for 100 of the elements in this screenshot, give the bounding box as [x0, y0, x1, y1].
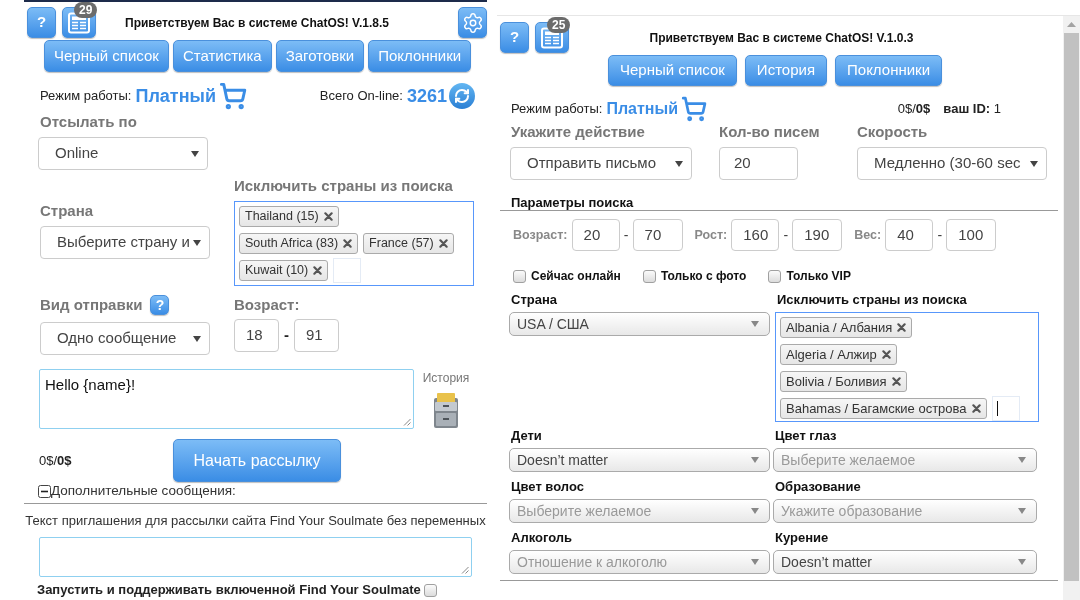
- range-dash: -: [283, 325, 290, 346]
- caret-icon: [751, 508, 759, 514]
- balance-text: 0$/0$: [39, 451, 73, 470]
- scrollbar-track[interactable]: [1063, 16, 1080, 600]
- tag-label: Thailand (15): [245, 208, 319, 226]
- checkbox-label: Только с фото: [660, 268, 747, 284]
- tag-label: South Africa (83): [245, 235, 339, 253]
- collapse-icon[interactable]: [38, 485, 51, 498]
- field-label: Исключить страны из поиска: [776, 292, 968, 308]
- tags-field[interactable]: Thailand (15) South Africa (83) France (57) Kuwait (10): [234, 201, 474, 286]
- dropdown[interactable]: Выберите страну и: [40, 226, 210, 259]
- mode-label: Режим работы:: [511, 100, 603, 119]
- cart-icon[interactable]: [680, 96, 708, 122]
- caret-icon: [751, 457, 759, 463]
- close-icon[interactable]: [881, 350, 891, 359]
- dropdown[interactable]: Doesn’t matter: [773, 550, 1037, 574]
- close-icon[interactable]: [343, 239, 353, 248]
- checkbox[interactable]: [513, 269, 526, 283]
- resize-grip-icon[interactable]: [461, 566, 469, 574]
- history-label[interactable]: История: [422, 371, 470, 385]
- refresh-icon[interactable]: [449, 83, 475, 109]
- checkbox[interactable]: [642, 269, 656, 283]
- dropdown[interactable]: Отправить письмо: [510, 147, 692, 180]
- close-icon[interactable]: [313, 266, 323, 275]
- field-label: Скорость: [857, 122, 928, 142]
- scroll-up-icon[interactable]: [1067, 22, 1076, 27]
- input-field[interactable]: 18: [234, 319, 279, 352]
- invite-caption: Текст приглашения для рассылки сайта Find Your Soulmate без переменных: [24, 513, 487, 529]
- tag-search-field[interactable]: [333, 258, 362, 283]
- resize-grip-icon[interactable]: [403, 418, 411, 426]
- checkbox-label: Сейчас онлайн: [531, 268, 621, 284]
- dropdown[interactable]: Doesn’t matter: [509, 448, 770, 472]
- close-icon[interactable]: [891, 377, 901, 386]
- input-field[interactable]: 190: [792, 219, 843, 251]
- field-label: Кол-во писем: [719, 122, 820, 142]
- caret-icon: [1018, 559, 1026, 565]
- tag-label: Kuwait (10): [245, 262, 309, 280]
- input-field[interactable]: 70: [632, 219, 683, 251]
- input-field[interactable]: 20: [571, 219, 620, 251]
- window-title: Приветствуем Вас в системе ChatOS! V.1.0.3: [648, 29, 915, 47]
- range-dash: -: [782, 225, 790, 245]
- caret-icon: [1018, 457, 1026, 463]
- close-icon[interactable]: [897, 323, 907, 332]
- caret-icon: [1030, 160, 1038, 167]
- caret-icon: [1018, 508, 1026, 514]
- count-badge: 25: [547, 17, 571, 33]
- field-label: Образование: [774, 479, 862, 495]
- caret-icon: [193, 335, 201, 342]
- dropdown[interactable]: Медленно (30-60 sec: [857, 147, 1047, 180]
- dropdown[interactable]: Одно сообщение: [40, 322, 210, 355]
- range-label: Возраст:: [513, 226, 568, 244]
- input-field[interactable]: 160: [731, 219, 780, 251]
- section-title: Параметры поиска: [511, 196, 634, 210]
- field-label: Дети: [510, 428, 543, 444]
- tag-search-field[interactable]: [991, 396, 1020, 421]
- tag-label: Albania / Албания: [786, 318, 893, 337]
- settings-button[interactable]: [458, 7, 487, 38]
- field-label: Вид отправки: [40, 295, 143, 315]
- caret-icon: [191, 150, 199, 157]
- input-field[interactable]: 40: [885, 219, 934, 251]
- caret-icon: [751, 559, 759, 565]
- online-count: 3261: [406, 84, 447, 108]
- caret-icon: [193, 239, 201, 246]
- range-label: Рост:: [694, 226, 728, 244]
- tag-label: Bolivia / Боливия: [786, 372, 887, 391]
- input-field[interactable]: 91: [294, 319, 339, 352]
- filing-cabinet-icon[interactable]: [431, 392, 461, 428]
- cart-icon[interactable]: [217, 82, 248, 110]
- checkbox-label: Запустить и поддерживать включенной Find Your Soulmate: [37, 581, 421, 600]
- dropdown[interactable]: USA / США: [509, 312, 770, 336]
- count-badge: 29: [74, 2, 98, 18]
- checkbox[interactable]: [423, 583, 437, 597]
- close-icon[interactable]: [323, 212, 333, 221]
- field-label: Цвет глаз: [774, 428, 838, 444]
- field-label: Возраст:: [234, 295, 300, 315]
- mode-value: Платный: [606, 99, 678, 119]
- field-label: Страна: [40, 201, 94, 221]
- balance-text: 0$/0$: [897, 100, 931, 119]
- invite-text-field[interactable]: [39, 537, 472, 577]
- input-field[interactable]: 20: [719, 147, 798, 180]
- input-field[interactable]: 100: [946, 219, 997, 251]
- range-dash: -: [622, 225, 630, 245]
- close-icon[interactable]: [971, 404, 981, 413]
- close-icon[interactable]: [438, 239, 448, 248]
- field-label: Исключить страны из поиска: [234, 176, 453, 196]
- scrollbar-thumb[interactable]: [1064, 33, 1079, 581]
- field-label: Алкоголь: [510, 530, 574, 546]
- tag-label: Algeria / Алжир: [786, 345, 877, 364]
- mode-value: Платный: [135, 84, 216, 108]
- settings-icon: [461, 11, 484, 34]
- checkbox[interactable]: [768, 269, 782, 283]
- caret-icon: [675, 160, 683, 167]
- field-label: Отсылать по: [40, 112, 137, 132]
- message-field[interactable]: Hello {name}!: [39, 369, 414, 429]
- range-dash: -: [936, 225, 944, 245]
- tag-label: France (57): [369, 235, 434, 253]
- dropdown[interactable]: Online: [38, 137, 208, 170]
- tags-field[interactable]: Albania / Албания Algeria / Алжир Bolivia / Боливия Bahamas / Багамские острова: [775, 312, 1039, 422]
- window-title: Приветствуем Вас в системе ChatOS! V.1.8.5: [124, 14, 390, 32]
- field-label: Курение: [774, 530, 830, 546]
